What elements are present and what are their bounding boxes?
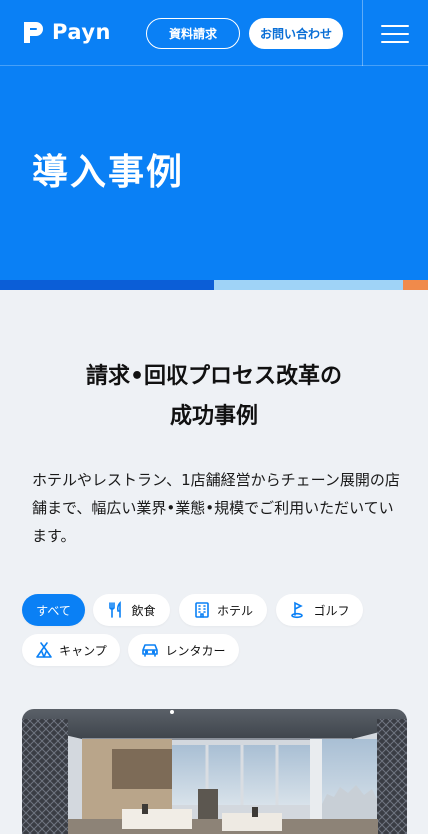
logo[interactable]: Payn (22, 19, 111, 45)
filter-label-rental-car: レンタカー (165, 643, 226, 658)
filter-chip-all[interactable]: すべて (22, 594, 85, 626)
contact-button[interactable]: お問い合わせ (249, 18, 343, 49)
filter-chip-rental-car[interactable]: レンタカー (128, 634, 239, 666)
request-docs-button[interactable]: 資料請求 (146, 18, 240, 49)
filter-chip-hotel[interactable]: ホテル (179, 594, 267, 626)
hero-banner: 導入事例 (0, 66, 428, 280)
section-title-line1: 請求•回収プロセス改革の (85, 364, 343, 389)
golf-icon (289, 601, 307, 619)
section-description: ホテルやレストラン、1店舗経営からチェーン展開の店舗まで、幅広い業界•業態•規模… (32, 471, 400, 545)
filter-label-golf: ゴルフ (313, 603, 350, 618)
stripe-dark (0, 280, 214, 290)
tent-icon (35, 641, 53, 659)
section-title-line2: 成功事例 (169, 404, 258, 429)
case-study-image[interactable] (22, 709, 407, 834)
filter-label-all: すべて (36, 603, 71, 618)
car-icon (141, 641, 159, 659)
stripe-accent (403, 280, 428, 290)
hamburger-menu-icon[interactable] (381, 24, 409, 44)
stripe-light (214, 280, 403, 290)
filter-label-dining: 飲食 (131, 603, 156, 618)
filter-label-hotel: ホテル (216, 603, 253, 618)
site-header: Payn 資料請求 お問い合わせ (0, 0, 428, 66)
page: Payn 資料請求 お問い合わせ 導入事例 請求•回収プロセス改革の 成功事例 … (0, 0, 428, 834)
fork-knife-icon (107, 601, 125, 619)
section-title: 請求•回収プロセス改革の 成功事例 (0, 360, 428, 434)
filter-label-camping: キャンプ (59, 643, 107, 658)
filter-chip-camping[interactable]: キャンプ (22, 634, 120, 666)
building-icon (193, 601, 211, 619)
payn-logo-icon (22, 20, 44, 45)
header-divider (362, 0, 363, 66)
filter-chip-dining[interactable]: 飲食 (93, 594, 170, 626)
page-title: 導入事例 (32, 152, 185, 193)
filter-chip-golf[interactable]: ゴルフ (276, 594, 363, 626)
logo-text: Payn (52, 20, 111, 44)
